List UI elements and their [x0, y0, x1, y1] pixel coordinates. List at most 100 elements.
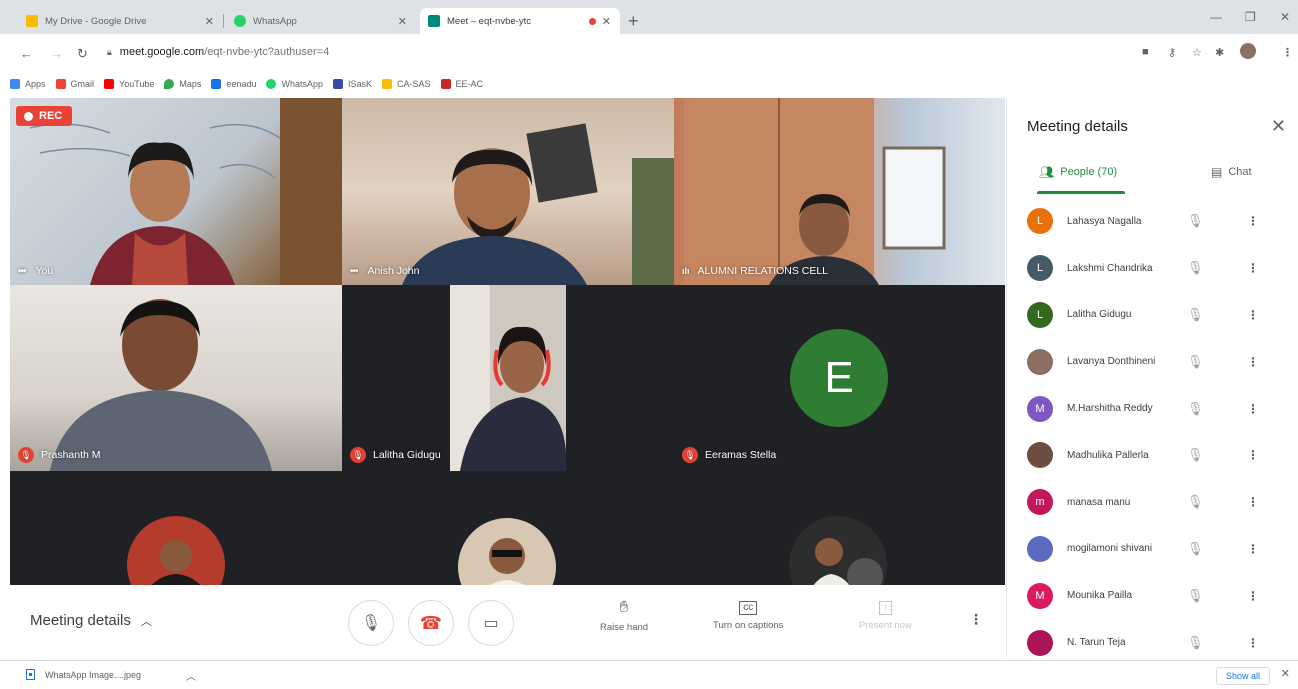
more-options-icon[interactable]: ⋮	[969, 611, 983, 628]
participant-name: Mounika Pailla	[1067, 590, 1133, 602]
more-options-icon[interactable]: ⋮	[1247, 495, 1259, 509]
more-options-icon[interactable]: ⋮	[1247, 448, 1259, 462]
participant-avatar-photo[interactable]	[789, 516, 887, 585]
camera-icon[interactable]: ■	[1142, 46, 1149, 58]
image-file-icon	[26, 669, 35, 680]
participant-row[interactable]: mogilamoni shivani 🎙︎ ⋮	[1007, 526, 1298, 573]
camera-button[interactable]: ▭	[468, 600, 514, 646]
bookmark-maps[interactable]: Maps	[164, 79, 201, 89]
raise-hand-button[interactable]: ✋︎ Raise hand	[600, 599, 648, 633]
close-icon[interactable]: ✕	[1281, 667, 1290, 680]
video-tile-anish-john[interactable]: ••• Anish John	[342, 98, 674, 285]
participant-name: mogilamoni shivani	[1067, 543, 1153, 555]
key-icon[interactable]: ⚷	[1168, 46, 1176, 59]
bookmark-label: CA-SAS	[397, 79, 431, 89]
participant-avatar: E	[790, 329, 888, 427]
bookmark-label: Maps	[179, 79, 202, 89]
bookmark-youtube[interactable]: YouTube	[104, 79, 154, 89]
participant-row[interactable]: M M.Harshitha Reddy 🎙︎ ⋮	[1007, 385, 1298, 432]
browser-menu-icon[interactable]: ⋮	[1282, 46, 1293, 59]
hand-icon: ✋︎	[619, 599, 629, 616]
maps-pin-icon	[164, 79, 175, 89]
url-host: meet.google.com	[119, 46, 205, 58]
close-icon[interactable]: ✕	[1271, 116, 1286, 137]
bookmark-whatsapp[interactable]: WhatsApp	[266, 79, 323, 89]
forward-icon[interactable]: →	[50, 47, 63, 60]
participant-avatar-photo[interactable]	[458, 518, 556, 585]
chevron-up-icon: ︿	[140, 615, 152, 628]
show-all-button[interactable]: Show all	[1215, 667, 1270, 685]
close-icon[interactable]: ✕	[602, 15, 611, 28]
meeting-details-label: Meeting details	[30, 612, 131, 629]
bookmark-ca-sas[interactable]: CA-SAS	[382, 79, 431, 89]
more-options-icon[interactable]: ⋮	[1247, 589, 1259, 603]
recording-dot-icon	[589, 18, 596, 25]
star-icon[interactable]: ☆	[1192, 46, 1202, 59]
tab-whatsapp[interactable]: WhatsApp ✕	[226, 8, 416, 34]
minimize-icon[interactable]: —	[1210, 10, 1222, 24]
participant-row[interactable]: L Lakshmi Chandrika 🎙︎ ⋮	[1007, 245, 1298, 292]
tile-name-tag: ılı ALUMNI RELATIONS CELL	[682, 265, 828, 277]
bookmark-eenadu[interactable]: eenadu	[211, 79, 256, 89]
leave-call-button[interactable]: ☎︎	[408, 600, 454, 646]
tab-people-label: People (70)	[1060, 166, 1118, 178]
participant-name: Lakshmi Chandrika	[1067, 262, 1153, 274]
participant-name: Lalitha Gidugu	[1067, 309, 1132, 321]
participant-avatar	[1027, 442, 1053, 469]
participant-avatar: L	[1027, 301, 1053, 328]
window-close-icon[interactable]: ✕	[1280, 10, 1290, 24]
chat-icon: ▤	[1211, 165, 1223, 179]
reload-icon[interactable]: ↻	[77, 47, 88, 60]
participant-row[interactable]: Lavanya Donthineni 🎙︎ ⋮	[1007, 338, 1298, 385]
tile-name: You	[35, 265, 54, 277]
profile-avatar[interactable]	[1240, 43, 1256, 59]
tile-name: Eeramas Stella	[705, 449, 777, 461]
video-tile-eeramas-stella[interactable]: E 🎙︎ Eeramas Stella	[674, 285, 1005, 471]
participant-row[interactable]: L Lalitha Gidugu 🎙︎ ⋮	[1007, 292, 1298, 339]
close-icon[interactable]: ✕	[398, 15, 407, 28]
new-tab-icon[interactable]: +	[628, 12, 639, 30]
captions-button[interactable]: cc Turn on captions	[713, 599, 783, 631]
microphone-button[interactable]: 🎙︎	[348, 600, 394, 646]
download-item[interactable]: WhatsApp Image....jpeg	[26, 669, 141, 680]
more-options-icon[interactable]: ⋮	[1247, 214, 1259, 228]
bookmark-ee-ac[interactable]: EE-AC	[440, 79, 483, 89]
tab-meet[interactable]: Meet – eqt-nvbe-ytc ✕	[420, 8, 620, 34]
video-tile-lalitha-gidugu[interactable]: 🎙︎ Lalitha Gidugu	[342, 285, 674, 471]
recording-badge: REC	[16, 106, 73, 126]
tab-google-drive[interactable]: My Drive - Google Drive ✕	[18, 8, 223, 34]
more-options-icon[interactable]: ⋮	[1247, 308, 1259, 322]
tab-people[interactable]: 👥︎ People (70)	[1039, 165, 1117, 179]
participant-row[interactable]: N. Tarun Teja 🎙︎ ⋮	[1007, 619, 1298, 666]
more-options-icon[interactable]: ⋮	[1247, 402, 1259, 416]
participant-row[interactable]: m manasa manu 🎙︎ ⋮	[1007, 479, 1298, 526]
participant-row[interactable]: L Lahasya Nagalla 🎙︎ ⋮	[1007, 198, 1298, 245]
participant-row[interactable]: M Mounika Pailla 🎙︎ ⋮	[1007, 572, 1298, 619]
bookmark-gmail[interactable]: Gmail	[55, 79, 94, 89]
video-tile-you[interactable]: REC ••• You	[10, 98, 342, 285]
participant-row[interactable]: Madhulika Pallerla 🎙︎ ⋮	[1007, 432, 1298, 479]
participant-video-you	[29, 98, 342, 285]
video-tile-alumni-relations-cell[interactable]: ılı ALUMNI RELATIONS CELL	[674, 98, 1005, 285]
more-options-icon[interactable]: ⋮	[1247, 261, 1259, 275]
mic-off-icon: 🎙︎	[350, 447, 366, 463]
maximize-icon[interactable]: ❐	[1245, 10, 1256, 24]
bookmark-isask[interactable]: ISasK	[333, 79, 372, 89]
more-options-icon[interactable]: ⋮	[1247, 636, 1259, 650]
extensions-icon[interactable]: ✱	[1215, 46, 1224, 59]
bookmark-apps[interactable]: Apps	[10, 79, 46, 89]
participant-avatar: L	[1027, 208, 1053, 235]
present-now-button[interactable]: ↑ Present now	[859, 599, 912, 631]
meeting-details-toggle[interactable]: Meeting details ︿	[30, 612, 152, 629]
more-options-icon[interactable]: ⋮	[1247, 542, 1259, 556]
address-bar[interactable]: 🔒︎ meet.google.com/eqt-nvbe-ytc?authuser…	[107, 39, 1197, 65]
chevron-up-icon[interactable]: ︿	[186, 668, 196, 683]
tab-chat[interactable]: ▤ Chat	[1211, 165, 1252, 179]
participant-avatar-photo[interactable]	[127, 516, 225, 585]
audio-level-icon: ılı	[682, 266, 690, 276]
tab-title: WhatsApp	[253, 15, 297, 27]
close-icon[interactable]: ✕	[205, 15, 214, 28]
back-icon[interactable]: ←	[20, 47, 33, 60]
more-options-icon[interactable]: ⋮	[1247, 355, 1259, 369]
video-tile-prashanth-m[interactable]: 🎙︎ Prashanth M	[10, 285, 342, 471]
